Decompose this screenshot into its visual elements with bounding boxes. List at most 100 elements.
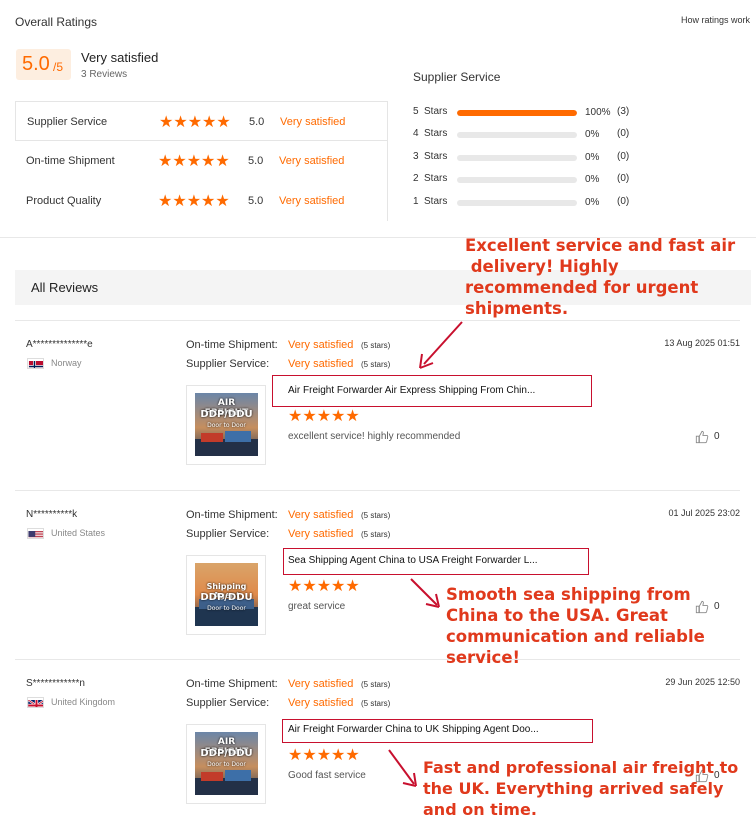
reviewer-country: Norway (51, 358, 82, 368)
product-highlight-box (272, 375, 592, 407)
category-score: 5.0 (248, 195, 264, 207)
review-date: 13 Aug 2025 01:51 (664, 338, 740, 348)
progress-bar (457, 155, 577, 161)
star-label: Stars (424, 173, 448, 184)
progress-bar (457, 200, 577, 206)
service-stars: (5 stars) (361, 360, 391, 369)
category-row-ontime-shipment[interactable]: On-time Shipment ★★★★★ 5.0 Very satisfie… (15, 141, 388, 181)
how-ratings-work-link[interactable]: How ratings work (681, 15, 750, 25)
star-label: Stars (424, 128, 448, 139)
review-divider (15, 490, 740, 491)
review-comment: Good fast service (288, 770, 366, 781)
review-divider (15, 320, 740, 321)
product-image: AIR FREIGHT DDP/DDU Door to Door (195, 732, 258, 795)
distribution-row-3: 3 Stars 0% (0) (413, 151, 653, 165)
overall-summary: Very satisfied (81, 50, 159, 65)
category-row-product-quality[interactable]: Product Quality ★★★★★ 5.0 Very satisfied (15, 181, 388, 221)
score-max: /5 (53, 60, 64, 74)
review-stars: ★★★★★ (288, 408, 360, 425)
distribution-row-5: 5 Stars 100% (3) (413, 106, 653, 120)
annotation-arrow-icon (419, 321, 463, 369)
service-status: Very satisfied (288, 358, 354, 370)
service-label: Supplier Service: (186, 528, 270, 540)
star-number: 5 (413, 106, 419, 117)
flag-uk-icon (27, 697, 44, 708)
distribution-title: Supplier Service (413, 70, 501, 84)
reviews-count: 3 Reviews (81, 69, 128, 80)
product-image: Shipping Agent DDP/DDU Door to Door (195, 563, 258, 626)
progress-bar (457, 132, 577, 138)
category-label: On-time Shipment (26, 155, 115, 167)
divider (387, 101, 388, 221)
category-label: Product Quality (26, 195, 102, 207)
star-rating: ★★★★★ (158, 193, 230, 210)
product-image-text: Door to Door (207, 761, 246, 768)
service-label: Supplier Service: (186, 358, 270, 370)
all-reviews-label: All Reviews (31, 280, 99, 295)
thumbs-up-icon[interactable] (695, 430, 709, 444)
percent: 0% (585, 152, 600, 163)
service-stars: (5 stars) (361, 699, 391, 708)
category-status: Very satisfied (279, 155, 345, 167)
ontime-stars: (5 stars) (361, 511, 391, 520)
count: (3) (617, 106, 630, 117)
star-label: Stars (424, 106, 448, 117)
category-row-supplier-service[interactable]: Supplier Service ★★★★★ 5.0 Very satisfie… (15, 101, 388, 141)
ontime-status: Very satisfied (288, 678, 354, 690)
service-stars: (5 stars) (361, 530, 391, 539)
service-label: Supplier Service: (186, 697, 270, 709)
like-count: 0 (714, 431, 720, 442)
reviewer-name: A**************e (26, 339, 93, 350)
ontime-label: On-time Shipment: (186, 678, 278, 690)
percent: 100% (585, 107, 611, 118)
review-comment: excellent service! highly recommended (288, 431, 461, 442)
overall-ratings-title: Overall Ratings (15, 15, 98, 29)
annotation-text: Smooth sea shipping from China to the US… (446, 585, 705, 667)
product-thumbnail[interactable]: AIR FREIGHT DDP/DDU Door to Door (186, 385, 266, 465)
star-number: 2 (413, 173, 419, 184)
service-status: Very satisfied (288, 528, 354, 540)
flag-usa-icon (27, 528, 44, 539)
star-number: 1 (413, 196, 419, 207)
percent: 0% (585, 197, 600, 208)
category-score: 5.0 (248, 155, 264, 167)
product-highlight-box (282, 719, 593, 743)
category-status: Very satisfied (280, 116, 346, 128)
progress-bar (457, 177, 577, 183)
percent: 0% (585, 174, 600, 185)
ontime-stars: (5 stars) (361, 680, 391, 689)
product-thumbnail[interactable]: AIR FREIGHT DDP/DDU Door to Door (186, 724, 266, 804)
reviewer-country: United Kingdom (51, 697, 116, 707)
category-ratings: Supplier Service ★★★★★ 5.0 Very satisfie… (15, 101, 388, 221)
reviewer-name: S************n (26, 678, 85, 689)
service-status: Very satisfied (288, 697, 354, 709)
ontime-label: On-time Shipment: (186, 509, 278, 521)
annotation-arrow-icon (410, 578, 440, 608)
ontime-status: Very satisfied (288, 339, 354, 351)
annotation-text: Excellent service and fast air delivery!… (465, 236, 736, 318)
star-rating: ★★★★★ (158, 153, 230, 170)
star-rating: ★★★★★ (159, 114, 231, 131)
product-thumbnail[interactable]: Shipping Agent DDP/DDU Door to Door (186, 555, 266, 635)
star-number: 3 (413, 151, 419, 162)
product-image-text: DDP/DDU (200, 748, 253, 759)
progress-fill (457, 110, 577, 116)
review-stars: ★★★★★ (288, 578, 360, 595)
star-label: Stars (424, 151, 448, 162)
flag-norway-icon (27, 358, 44, 369)
count: (0) (617, 196, 630, 207)
product-image-text: Door to Door (207, 422, 246, 429)
progress-bar (457, 110, 577, 116)
review-stars: ★★★★★ (288, 747, 360, 764)
ontime-label: On-time Shipment: (186, 339, 278, 351)
distribution-row-1: 1 Stars 0% (0) (413, 196, 653, 210)
count: (0) (617, 151, 630, 162)
reviewer-country: United States (51, 528, 106, 538)
annotation-arrow-icon (388, 749, 417, 787)
product-image-text: DDP/DDU (200, 409, 253, 420)
annotation-text: Fast and professional air freight to the… (423, 758, 739, 819)
review-date: 29 Jun 2025 12:50 (665, 677, 740, 687)
review-comment: great service (288, 601, 346, 612)
category-label: Supplier Service (27, 116, 108, 128)
product-image-text: Door to Door (207, 605, 246, 612)
